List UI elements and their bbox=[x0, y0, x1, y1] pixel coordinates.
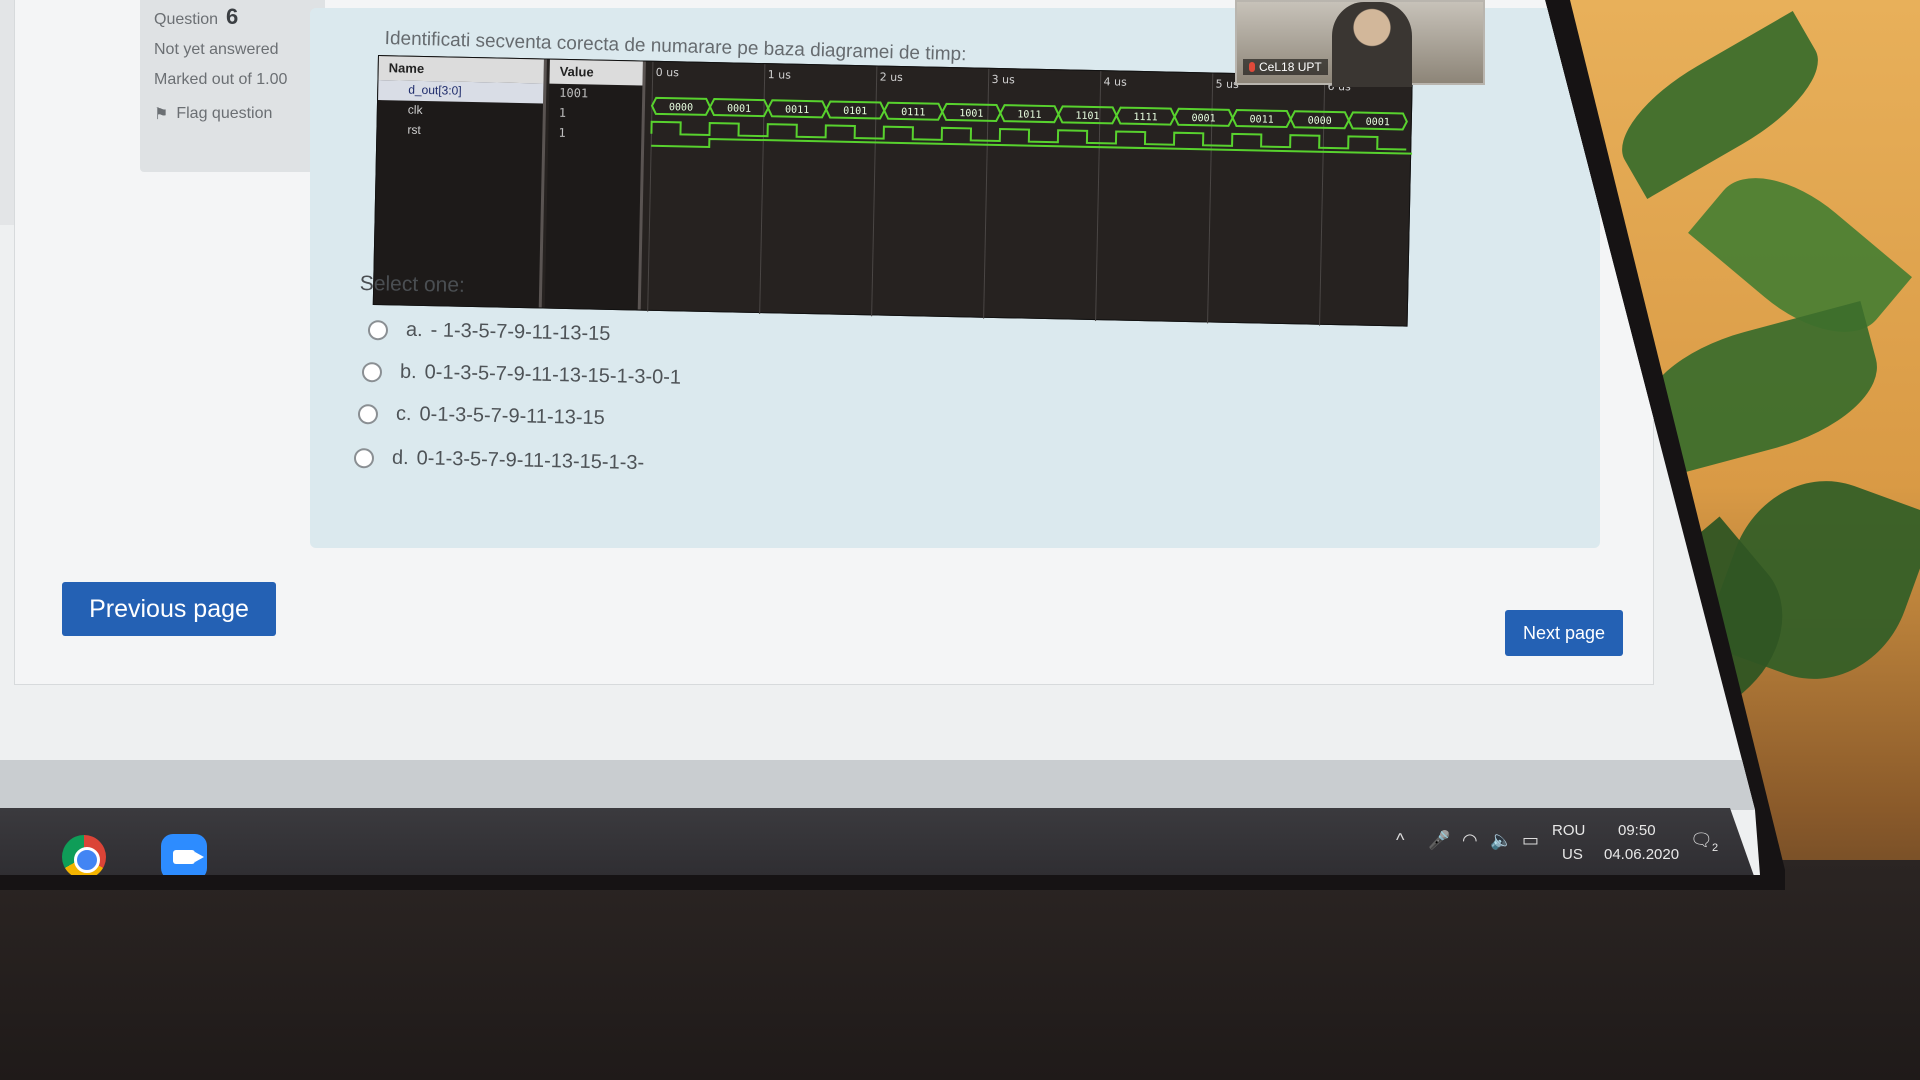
bus-value-label: 1001 bbox=[959, 108, 983, 120]
participant-video bbox=[1332, 2, 1412, 87]
option-letter: b. bbox=[399, 360, 417, 384]
grid-line bbox=[983, 68, 990, 319]
grid-line bbox=[647, 61, 654, 312]
language-indicator[interactable]: ROU bbox=[1552, 822, 1585, 839]
option-text: 0-1-3-5-7-9-11-13-15-1-3- bbox=[416, 447, 645, 475]
grid-line bbox=[1319, 75, 1326, 326]
option-text: 0-1-3-5-7-9-11-13-15 bbox=[419, 403, 606, 430]
waveform-plot: 0 us1 us2 us3 us4 us5 us6 us000000010011… bbox=[644, 61, 1413, 326]
marked-out-of: Marked out of 1.00 bbox=[154, 71, 288, 88]
option-letter: a. bbox=[405, 318, 423, 342]
flag-question-button[interactable]: ⚑ Flag question bbox=[154, 104, 311, 124]
next-page-button[interactable]: Next page bbox=[1505, 610, 1623, 656]
name-header: Name bbox=[378, 56, 544, 84]
signal-value: 1001 bbox=[559, 85, 589, 101]
signal-value: 1 bbox=[558, 105, 567, 120]
video-caption: CeL18 UPT bbox=[1243, 59, 1328, 75]
option-letter: c. bbox=[395, 402, 412, 426]
bus-value-label: 1011 bbox=[1017, 109, 1041, 121]
bus-value-label: 0001 bbox=[727, 103, 751, 115]
chrome-taskbar-button[interactable] bbox=[50, 824, 118, 875]
bus-value-label: 0000 bbox=[669, 102, 693, 114]
time-tick-label: 1 us bbox=[768, 68, 792, 81]
zoom-taskbar-button[interactable] bbox=[150, 824, 218, 875]
timing-diagram-image: Name d_out[3:0] clk rst Value 1001 1 1 0… bbox=[372, 55, 1413, 327]
flag-question-label: Flag question bbox=[176, 105, 273, 122]
radio-button[interactable] bbox=[353, 447, 375, 468]
bus-value-label: 0000 bbox=[1308, 115, 1332, 127]
desk bbox=[0, 860, 1920, 1080]
bus-value-label: 0001 bbox=[1366, 117, 1390, 129]
value-header: Value bbox=[549, 59, 643, 86]
bus-value-label: 0111 bbox=[901, 107, 925, 119]
video-thumbnail[interactable]: CeL18 UPT bbox=[1235, 0, 1485, 87]
bus-value-label: 1111 bbox=[1133, 112, 1157, 124]
answer-status: Not yet answered bbox=[154, 41, 279, 58]
wifi-icon[interactable]: ◠ bbox=[1462, 830, 1478, 851]
question-number: 6 bbox=[226, 4, 239, 29]
select-one-label: Select one: bbox=[359, 272, 466, 297]
bus-value-label: 0011 bbox=[785, 105, 809, 117]
bus-value-label: 1101 bbox=[1075, 111, 1099, 123]
radio-button[interactable] bbox=[361, 361, 383, 382]
grid-line bbox=[871, 66, 878, 317]
signal-value: 1 bbox=[558, 125, 566, 140]
microphone-icon[interactable]: 🎤 bbox=[1428, 830, 1450, 851]
bus-value-label: 0001 bbox=[1191, 113, 1215, 125]
previous-page-button[interactable]: Previous page bbox=[62, 582, 276, 636]
signal-value-column: Value 1001 1 1 bbox=[544, 59, 646, 310]
option-letter: d. bbox=[391, 446, 409, 470]
flag-icon: ⚑ bbox=[154, 106, 169, 123]
radio-button[interactable] bbox=[367, 319, 389, 340]
laptop-screen: Question 6 Not yet answered Marked out o… bbox=[0, 0, 1760, 875]
question-number-row: Question 6 bbox=[154, 4, 311, 30]
page-footer bbox=[0, 760, 1760, 810]
battery-icon[interactable]: ▭ bbox=[1522, 830, 1539, 851]
clock-time[interactable]: 09:50 bbox=[1618, 822, 1656, 839]
bus-value-label: 0011 bbox=[1249, 114, 1273, 126]
notification-count: 2 bbox=[1712, 842, 1719, 854]
time-tick-label: 4 us bbox=[1103, 75, 1127, 88]
time-tick-label: 2 us bbox=[880, 71, 904, 84]
zoom-icon bbox=[161, 834, 207, 875]
option-text: - 1-3-5-7-9-11-13-15 bbox=[430, 319, 611, 346]
keyboard-layout[interactable]: US bbox=[1562, 846, 1583, 863]
notification-icon[interactable]: 🗨 bbox=[1690, 830, 1713, 851]
signal-name-column: Name d_out[3:0] clk rst bbox=[373, 56, 547, 308]
chrome-icon bbox=[62, 835, 106, 875]
question-info-block: Question 6 Not yet answered Marked out o… bbox=[140, 0, 325, 172]
bus-value-label: 0101 bbox=[843, 106, 867, 118]
mic-muted-icon bbox=[1249, 62, 1255, 72]
radio-button[interactable] bbox=[357, 403, 379, 424]
volume-icon[interactable]: 🔈 bbox=[1490, 830, 1512, 851]
grid-line bbox=[1095, 71, 1102, 322]
question-label: Question bbox=[154, 11, 219, 28]
signal-name[interactable]: rst bbox=[377, 120, 542, 143]
waveform-svg: 0 us1 us2 us3 us4 us5 us6 us000000010011… bbox=[647, 61, 1413, 326]
grid-line bbox=[1207, 73, 1214, 324]
participant-name: CeL18 UPT bbox=[1259, 60, 1322, 74]
clock-date[interactable]: 04.06.2020 bbox=[1604, 846, 1679, 863]
time-tick-label: 0 us bbox=[656, 66, 680, 79]
time-tick-label: 3 us bbox=[991, 73, 1015, 86]
chevron-up-icon[interactable]: ^ bbox=[1396, 830, 1404, 851]
